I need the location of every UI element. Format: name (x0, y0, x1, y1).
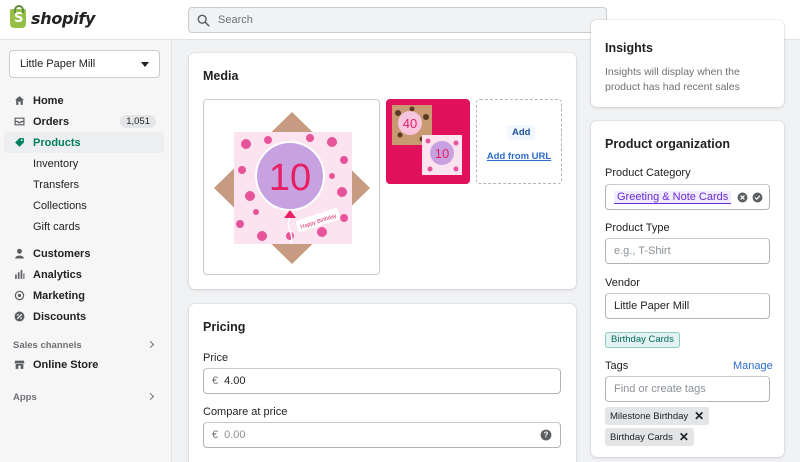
tag-label: Birthday Cards (610, 431, 673, 443)
confirm-check-icon[interactable] (752, 192, 763, 203)
tags-label: Tags (605, 360, 629, 372)
nav-label: Products (33, 136, 81, 149)
store-selector[interactable]: Little Paper Mill (9, 50, 160, 78)
nav-item-customers[interactable]: Customers (4, 243, 164, 264)
nav-sub-transfers[interactable]: Transfers (4, 174, 164, 195)
nav-item-analytics[interactable]: Analytics (4, 264, 164, 285)
nav-label: Discounts (33, 310, 87, 323)
nav-item-home[interactable]: Home (4, 90, 164, 111)
product-type-input[interactable] (614, 245, 761, 257)
pricing-title: Pricing (203, 320, 246, 334)
sales-channels-label: Sales channels (13, 340, 82, 351)
chevron-right-icon[interactable] (146, 392, 155, 401)
search-input[interactable] (218, 14, 578, 26)
search-icon (197, 14, 210, 26)
nav-label: Analytics (33, 268, 82, 281)
svg-text:?: ? (544, 431, 549, 440)
caret-down-icon (141, 61, 149, 67)
product-type-field[interactable] (605, 238, 770, 264)
organization-title: Product organization (605, 137, 730, 151)
add-media-dropzone[interactable]: Add Add from URL (476, 99, 562, 184)
vendor-field[interactable] (605, 293, 770, 319)
price-input[interactable] (224, 375, 552, 387)
main-nav: Home Orders 1,051 Products Inventory Tra… (4, 90, 164, 327)
help-icon[interactable]: ? (540, 429, 552, 441)
store-icon (14, 360, 25, 369)
tag-milestone-birthday: Milestone Birthday ✕ (605, 407, 710, 425)
nav-item-discounts[interactable]: Discounts (4, 306, 164, 327)
manage-tags-link[interactable]: Manage (733, 360, 773, 372)
discount-icon (14, 311, 25, 322)
price-label: Price (203, 352, 229, 364)
nav-label: Orders (33, 115, 70, 128)
tags-field[interactable] (605, 376, 770, 402)
shopify-logo[interactable]: S shopify (10, 5, 96, 28)
nav-sub-collections[interactable]: Collections (4, 195, 164, 216)
sidebar: Little Paper Mill Home Orders 1,051 Prod… (0, 40, 172, 462)
media-card: Media 10 Happy Birthday 40 10 Add Add fr… (189, 53, 576, 289)
thumb-number-10: 10 (435, 146, 449, 161)
product-category-field[interactable]: Greeting & Note Cards (605, 184, 770, 210)
bar-chart-icon (15, 270, 25, 279)
vendor-label: Vendor (605, 277, 640, 289)
apps-label: Apps (13, 392, 37, 403)
store-name: Little Paper Mill (20, 58, 96, 70)
add-media-button[interactable]: Add (507, 125, 536, 140)
tags-input[interactable] (614, 383, 761, 395)
compare-at-price-field[interactable]: € ? (203, 422, 561, 448)
insights-text: Insights will display when the product h… (605, 66, 740, 93)
balloon-number: 10 (269, 157, 311, 199)
tag-birthday-cards: Birthday Cards ✕ (605, 428, 694, 446)
tag-label: Milestone Birthday (610, 410, 689, 422)
vendor-input[interactable] (614, 300, 761, 312)
remove-tag-icon[interactable]: ✕ (694, 410, 704, 422)
card-illustration: 10 Happy Birthday (214, 112, 370, 264)
nav-label: Online Store (33, 358, 99, 371)
nav-label: Home (33, 94, 64, 107)
thumbnail-illustration: 40 10 (392, 105, 462, 175)
pricing-card: Pricing Price € Compare at price € ? (189, 304, 576, 462)
clear-icon[interactable] (737, 192, 748, 203)
shopify-bag-icon: S (10, 5, 26, 28)
product-category-value: Greeting & Note Cards (614, 190, 732, 204)
home-icon (15, 96, 24, 105)
collection-chip[interactable]: Birthday Cards (605, 332, 680, 348)
compare-at-price-label: Compare at price (203, 406, 288, 418)
bag-letter: S (14, 11, 24, 26)
orders-icon (14, 117, 25, 126)
add-from-url-link[interactable]: Add from URL (477, 151, 561, 162)
tag-icon (15, 138, 24, 147)
person-icon (15, 248, 24, 259)
chevron-right-icon[interactable] (146, 340, 155, 349)
logo-text: shopify (31, 9, 96, 28)
thumb-number-40: 40 (403, 116, 417, 131)
nav-item-marketing[interactable]: Marketing (4, 285, 164, 306)
search-bar[interactable] (188, 7, 607, 33)
nav-sub-gift-cards[interactable]: Gift cards (4, 216, 164, 237)
insights-card: Insights Insights will display when the … (591, 20, 784, 107)
nav-item-online-store[interactable]: Online Store (4, 354, 164, 375)
currency-symbol: € (212, 429, 219, 441)
nav-label: Marketing (33, 289, 85, 302)
price-field[interactable]: € (203, 368, 561, 394)
product-category-label: Product Category (605, 167, 691, 179)
nav-sub-inventory[interactable]: Inventory (4, 153, 164, 174)
thumbnail-image[interactable]: 40 10 (386, 99, 470, 184)
main-product-image[interactable]: 10 Happy Birthday (203, 99, 380, 275)
orders-count-badge: 1,051 (120, 115, 156, 128)
nav-item-products[interactable]: Products (4, 132, 164, 153)
media-title: Media (203, 69, 239, 83)
product-type-label: Product Type (605, 222, 670, 234)
product-organization-card: Product organization Product Category Gr… (591, 121, 784, 457)
target-icon (14, 290, 25, 301)
nav-item-orders[interactable]: Orders 1,051 (4, 111, 164, 132)
remove-tag-icon[interactable]: ✕ (679, 431, 689, 443)
compare-at-price-input[interactable] (224, 429, 540, 441)
currency-symbol: € (212, 375, 219, 387)
nav-label: Customers (33, 247, 91, 260)
insights-title: Insights (605, 41, 653, 55)
